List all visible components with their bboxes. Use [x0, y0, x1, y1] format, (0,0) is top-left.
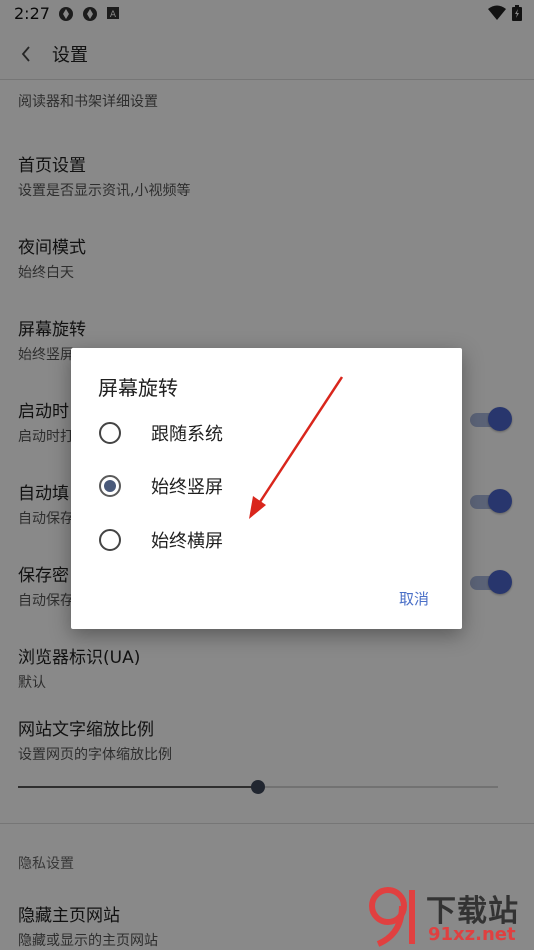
annotation-arrow-icon: [249, 376, 344, 519]
watermark-icon: [369, 887, 415, 947]
watermark-text-bottom: 91xz.net: [428, 924, 516, 945]
watermark-logo: 下载站 91xz.net: [364, 880, 534, 950]
